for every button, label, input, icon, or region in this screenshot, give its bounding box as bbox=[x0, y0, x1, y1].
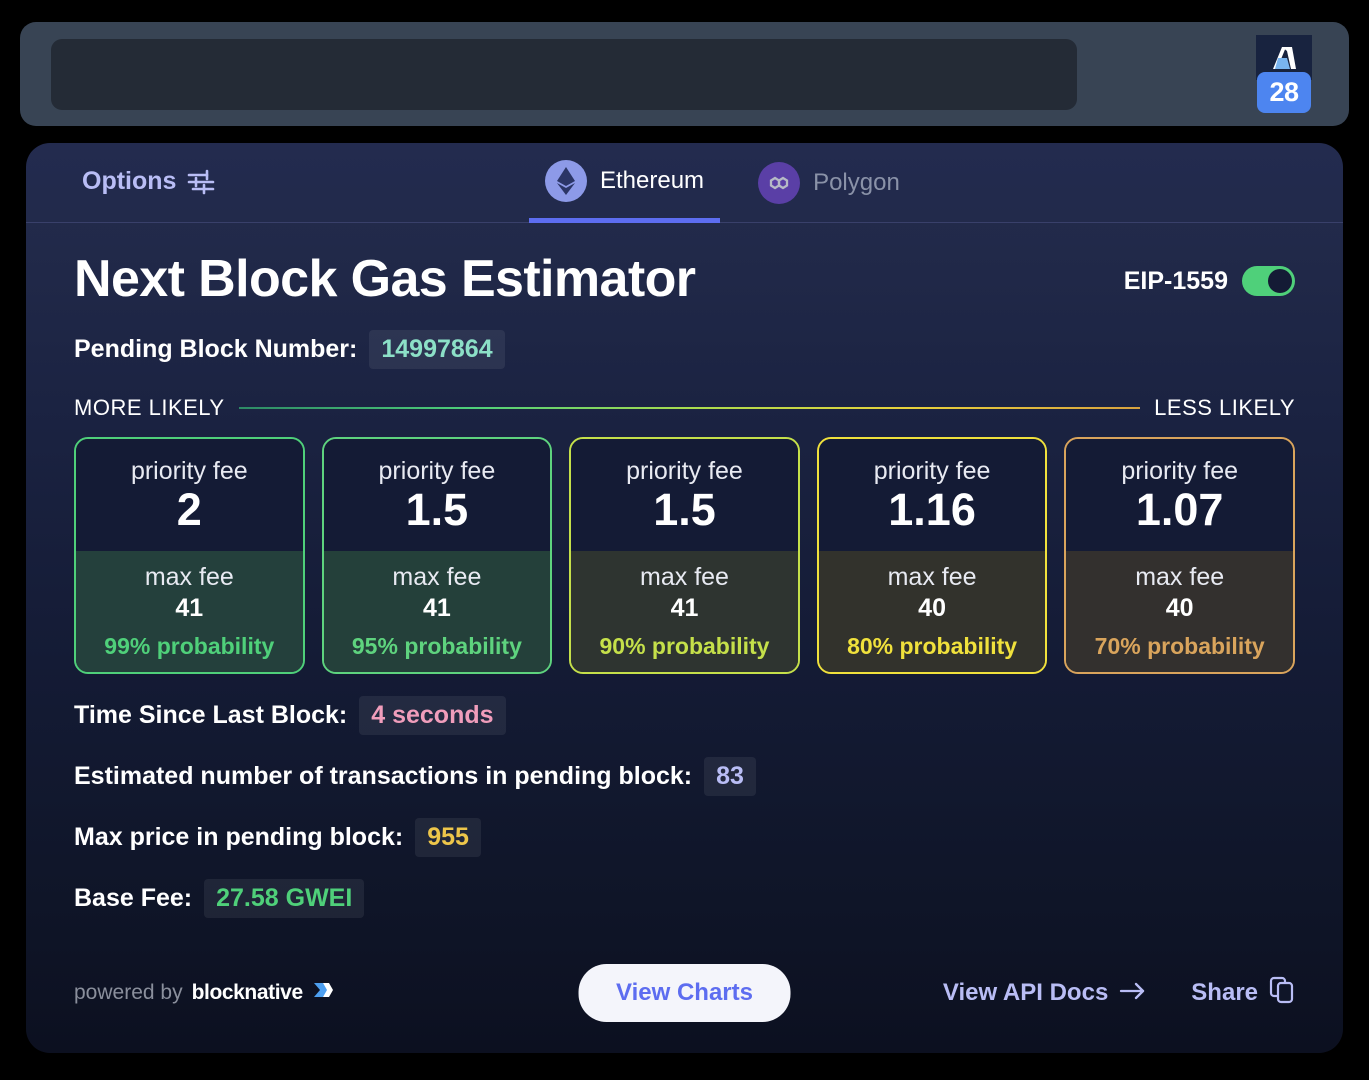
gas-card-maxfee: max fee 40 80% probability bbox=[818, 551, 1046, 673]
probability-label: 95% probability bbox=[351, 633, 522, 660]
likelihood-scale: MORE LIKELY LESS LIKELY bbox=[74, 395, 1295, 421]
gas-card-maxfee: max fee 40 70% probability bbox=[1066, 551, 1293, 673]
extension-button[interactable]: 28 bbox=[1255, 35, 1313, 113]
sliders-icon bbox=[187, 169, 215, 195]
stat-value: 4 seconds bbox=[359, 696, 506, 736]
max-fee-label: max fee bbox=[392, 563, 482, 592]
tab-ethereum[interactable]: Ethereum bbox=[529, 143, 721, 223]
tab-polygon[interactable]: Polygon bbox=[742, 143, 916, 223]
pending-block-label: Pending Block Number: bbox=[74, 335, 358, 364]
powered-by-label: powered by bbox=[74, 981, 183, 1004]
stat-value: 83 bbox=[704, 757, 756, 797]
max-fee-value: 40 bbox=[918, 594, 946, 623]
page-title: Next Block Gas Estimator bbox=[74, 250, 696, 308]
stats-list: Time Since Last Block: 4 seconds Estimated… bbox=[74, 696, 1295, 919]
options-button[interactable]: Options bbox=[82, 167, 215, 196]
probability-label: 90% probability bbox=[599, 633, 770, 660]
gas-card-maxfee: max fee 41 90% probability bbox=[571, 551, 798, 673]
priority-fee-value: 2 bbox=[176, 484, 202, 536]
polygon-icon bbox=[758, 162, 801, 204]
max-fee-label: max fee bbox=[640, 563, 729, 592]
gas-card-maxfee: max fee 41 99% probability bbox=[76, 551, 303, 673]
gas-card[interactable]: priority fee 2 max fee 41 99% probability bbox=[74, 437, 305, 675]
probability-label: 80% probability bbox=[847, 633, 1018, 660]
priority-fee-label: priority fee bbox=[1121, 457, 1239, 486]
max-fee-label: max fee bbox=[144, 563, 234, 592]
stat-row: Time Since Last Block: 4 seconds bbox=[74, 696, 1295, 736]
max-fee-value: 41 bbox=[670, 594, 699, 623]
pending-block-value: 14997864 bbox=[369, 330, 505, 370]
likelihood-gradient-line bbox=[238, 407, 1141, 410]
gas-card[interactable]: priority fee 1.5 max fee 41 90% probability bbox=[569, 437, 800, 675]
gas-card[interactable]: priority fee 1.5 max fee 41 95% probability bbox=[321, 437, 553, 675]
footer-links: View API Docs Share bbox=[943, 976, 1295, 1011]
more-likely-label: MORE LIKELY bbox=[74, 395, 225, 421]
priority-fee-value: 1.16 bbox=[888, 484, 976, 536]
priority-fee-value: 1.5 bbox=[653, 484, 716, 536]
blocknative-wordmark: blocknative bbox=[191, 981, 304, 1004]
gas-card-priority: priority fee 1.5 bbox=[571, 439, 798, 552]
gas-card[interactable]: priority fee 1.07 max fee 40 70% probability bbox=[1064, 437, 1295, 675]
stat-label: Time Since Last Block: bbox=[74, 701, 348, 730]
pending-block-row: Pending Block Number: 14997864 bbox=[74, 330, 1295, 370]
stat-value: 955 bbox=[415, 818, 481, 858]
eip-1559-label: EIP-1559 bbox=[1123, 266, 1228, 295]
extension-badge-count: 28 bbox=[1257, 72, 1311, 113]
view-api-docs-label: View API Docs bbox=[942, 979, 1109, 1006]
probability-label: 70% probability bbox=[1094, 633, 1265, 660]
max-fee-value: 40 bbox=[1165, 594, 1194, 623]
max-fee-label: max fee bbox=[1135, 563, 1225, 592]
eip-1559-toggle[interactable] bbox=[1242, 266, 1295, 297]
gas-card-priority: priority fee 1.16 bbox=[818, 439, 1046, 552]
priority-fee-value: 1.07 bbox=[1135, 484, 1224, 536]
panel-header: Options Ethereum Polygon bbox=[26, 143, 1343, 223]
gas-card-maxfee: max fee 41 95% probability bbox=[323, 551, 551, 673]
max-fee-value: 41 bbox=[175, 594, 204, 623]
copy-icon bbox=[1269, 976, 1295, 1011]
tab-polygon-label: Polygon bbox=[813, 169, 900, 196]
probability-label: 99% probability bbox=[104, 633, 275, 660]
max-fee-value: 41 bbox=[422, 594, 451, 623]
gas-card-priority: priority fee 1.07 bbox=[1066, 439, 1293, 552]
priority-fee-label: priority fee bbox=[626, 457, 743, 486]
stat-label: Base Fee: bbox=[74, 884, 193, 913]
gas-card[interactable]: priority fee 1.16 max fee 40 80% probability bbox=[816, 437, 1048, 675]
max-fee-label: max fee bbox=[887, 563, 977, 592]
gas-card-priority: priority fee 1.5 bbox=[323, 439, 551, 552]
stat-label: Max price in pending block: bbox=[74, 823, 404, 852]
tab-ethereum-label: Ethereum bbox=[600, 166, 705, 194]
view-api-docs-link[interactable]: View API Docs bbox=[943, 979, 1147, 1007]
panel-body: Next Block Gas Estimator EIP-1559 Pendin… bbox=[26, 223, 1343, 919]
ethereum-icon bbox=[545, 159, 587, 202]
panel-footer: powered by blocknative View Charts View … bbox=[26, 933, 1343, 1053]
stat-value: 27.58 GWEI bbox=[204, 879, 365, 919]
extension-area: 28 bbox=[1077, 35, 1335, 113]
options-label: Options bbox=[82, 167, 177, 195]
share-link[interactable]: Share bbox=[1191, 976, 1295, 1011]
priority-fee-label: priority fee bbox=[130, 457, 248, 486]
blocknative-mark-icon bbox=[312, 980, 334, 1006]
browser-toolbar: 28 bbox=[20, 22, 1349, 126]
priority-fee-label: priority fee bbox=[378, 457, 496, 486]
gas-card-priority: priority fee 2 bbox=[76, 439, 303, 552]
arrow-right-icon bbox=[1119, 979, 1147, 1007]
title-row: Next Block Gas Estimator EIP-1559 bbox=[74, 223, 1295, 308]
address-bar[interactable] bbox=[51, 38, 1077, 110]
network-tabs: Ethereum Polygon bbox=[529, 143, 916, 223]
stat-row: Estimated number of transactions in pend… bbox=[74, 757, 1295, 797]
stat-label: Estimated number of transactions in pend… bbox=[74, 762, 693, 791]
priority-fee-label: priority fee bbox=[873, 457, 991, 486]
less-likely-label: LESS LIKELY bbox=[1154, 395, 1295, 421]
priority-fee-value: 1.5 bbox=[405, 484, 469, 536]
eip-1559-toggle-group: EIP-1559 bbox=[1124, 266, 1295, 308]
gas-estimator-popup: Options Ethereum Polygon Next Block Gas … bbox=[26, 143, 1343, 1053]
view-charts-button[interactable]: View Charts bbox=[578, 964, 791, 1022]
powered-by-blocknative[interactable]: powered by blocknative bbox=[74, 980, 334, 1006]
gas-estimate-cards: priority fee 2 max fee 41 99% probability pri… bbox=[74, 437, 1295, 675]
stat-row: Max price in pending block: 955 bbox=[74, 818, 1295, 858]
share-label: Share bbox=[1191, 979, 1258, 1006]
stat-row: Base Fee: 27.58 GWEI bbox=[74, 879, 1295, 919]
